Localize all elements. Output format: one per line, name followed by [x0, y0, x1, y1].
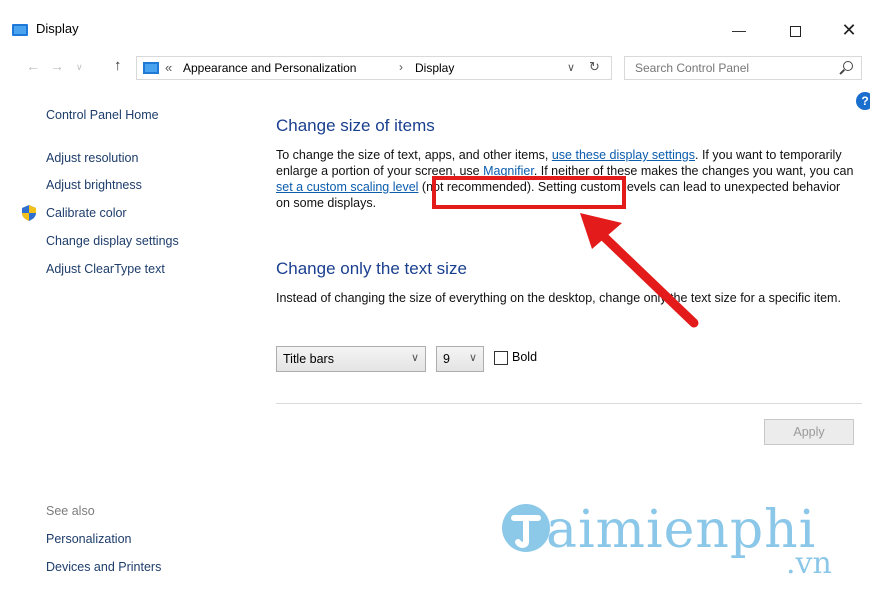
change-text-size-heading: Change only the text size — [276, 259, 467, 278]
change-size-heading: Change size of items — [276, 116, 435, 135]
control-panel-home-link[interactable]: Control Panel Home — [46, 108, 159, 122]
description-text: To change the size of text, apps, and ot… — [276, 148, 552, 162]
recent-locations-chevron-icon[interactable]: ∨ — [76, 62, 83, 73]
devices-and-printers-link[interactable]: Devices and Printers — [46, 560, 161, 574]
calibrate-color-link[interactable]: Calibrate color — [46, 206, 127, 220]
watermark-suffix: .vn — [786, 546, 832, 581]
change-display-settings-link[interactable]: Change display settings — [46, 234, 179, 248]
maximize-button[interactable] — [772, 16, 818, 44]
title-bar: Display — ✕ — [0, 0, 870, 44]
adjust-cleartype-link[interactable]: Adjust ClearType text — [46, 262, 165, 276]
text-item-select[interactable]: Title bars ∨ — [276, 346, 426, 372]
adjust-brightness-link[interactable]: Adjust brightness — [46, 178, 142, 192]
refresh-icon[interactable]: ↻ — [589, 59, 600, 75]
breadcrumb-appearance[interactable]: Appearance and Personalization — [183, 61, 356, 75]
uac-shield-icon — [22, 205, 36, 221]
custom-scaling-link[interactable]: set a custom scaling level — [276, 180, 418, 194]
apply-button[interactable]: Apply — [764, 419, 854, 445]
bold-checkbox[interactable] — [494, 351, 508, 365]
back-arrow-icon[interactable]: ← — [26, 58, 40, 74]
watermark-text: aimienphi — [546, 500, 817, 560]
search-placeholder[interactable]: Search Control Panel — [635, 61, 749, 75]
text-item-value[interactable]: Title bars — [283, 352, 334, 366]
chevron-down-icon[interactable]: ∨ — [411, 351, 419, 364]
personalization-link[interactable]: Personalization — [46, 532, 131, 546]
help-icon[interactable]: ? — [856, 92, 870, 110]
taimienphi-logo-icon — [502, 504, 550, 552]
adjust-resolution-link[interactable]: Adjust resolution — [46, 151, 138, 165]
address-dropdown-icon[interactable]: ∨ — [567, 61, 575, 74]
minimize-button[interactable]: — — [716, 16, 762, 44]
display-app-icon — [12, 24, 28, 36]
bold-label[interactable]: Bold — [512, 350, 537, 364]
up-arrow-icon[interactable]: ↑ — [114, 57, 122, 74]
search-icon[interactable] — [843, 61, 853, 71]
window-title: Display — [36, 21, 79, 36]
change-text-size-description: Instead of changing the size of everythi… — [276, 291, 841, 305]
display-settings-link[interactable]: use these display settings — [552, 148, 695, 162]
font-size-value[interactable]: 9 — [443, 352, 450, 366]
chevron-down-icon[interactable]: ∨ — [469, 351, 477, 364]
watermark-logo: aimienphi .vn — [500, 500, 870, 595]
font-size-select[interactable]: 9 ∨ — [436, 346, 484, 372]
close-button[interactable]: ✕ — [826, 16, 870, 44]
section-divider — [276, 403, 862, 404]
see-also-heading: See also — [46, 504, 95, 518]
address-bar[interactable]: « Appearance and Personalization › Displ… — [136, 56, 612, 80]
navigation-bar: ← → ∨ ↑ « Appearance and Personalization… — [0, 52, 870, 82]
search-box[interactable]: Search Control Panel — [624, 56, 862, 80]
breadcrumb-display[interactable]: Display — [415, 61, 454, 75]
control-panel-icon — [143, 62, 159, 74]
forward-arrow-icon[interactable]: → — [50, 58, 64, 74]
breadcrumb-separator[interactable]: › — [399, 60, 403, 74]
maximize-icon — [789, 25, 801, 37]
breadcrumb-overflow[interactable]: « — [165, 60, 172, 75]
annotation-arrow-icon — [580, 213, 699, 328]
